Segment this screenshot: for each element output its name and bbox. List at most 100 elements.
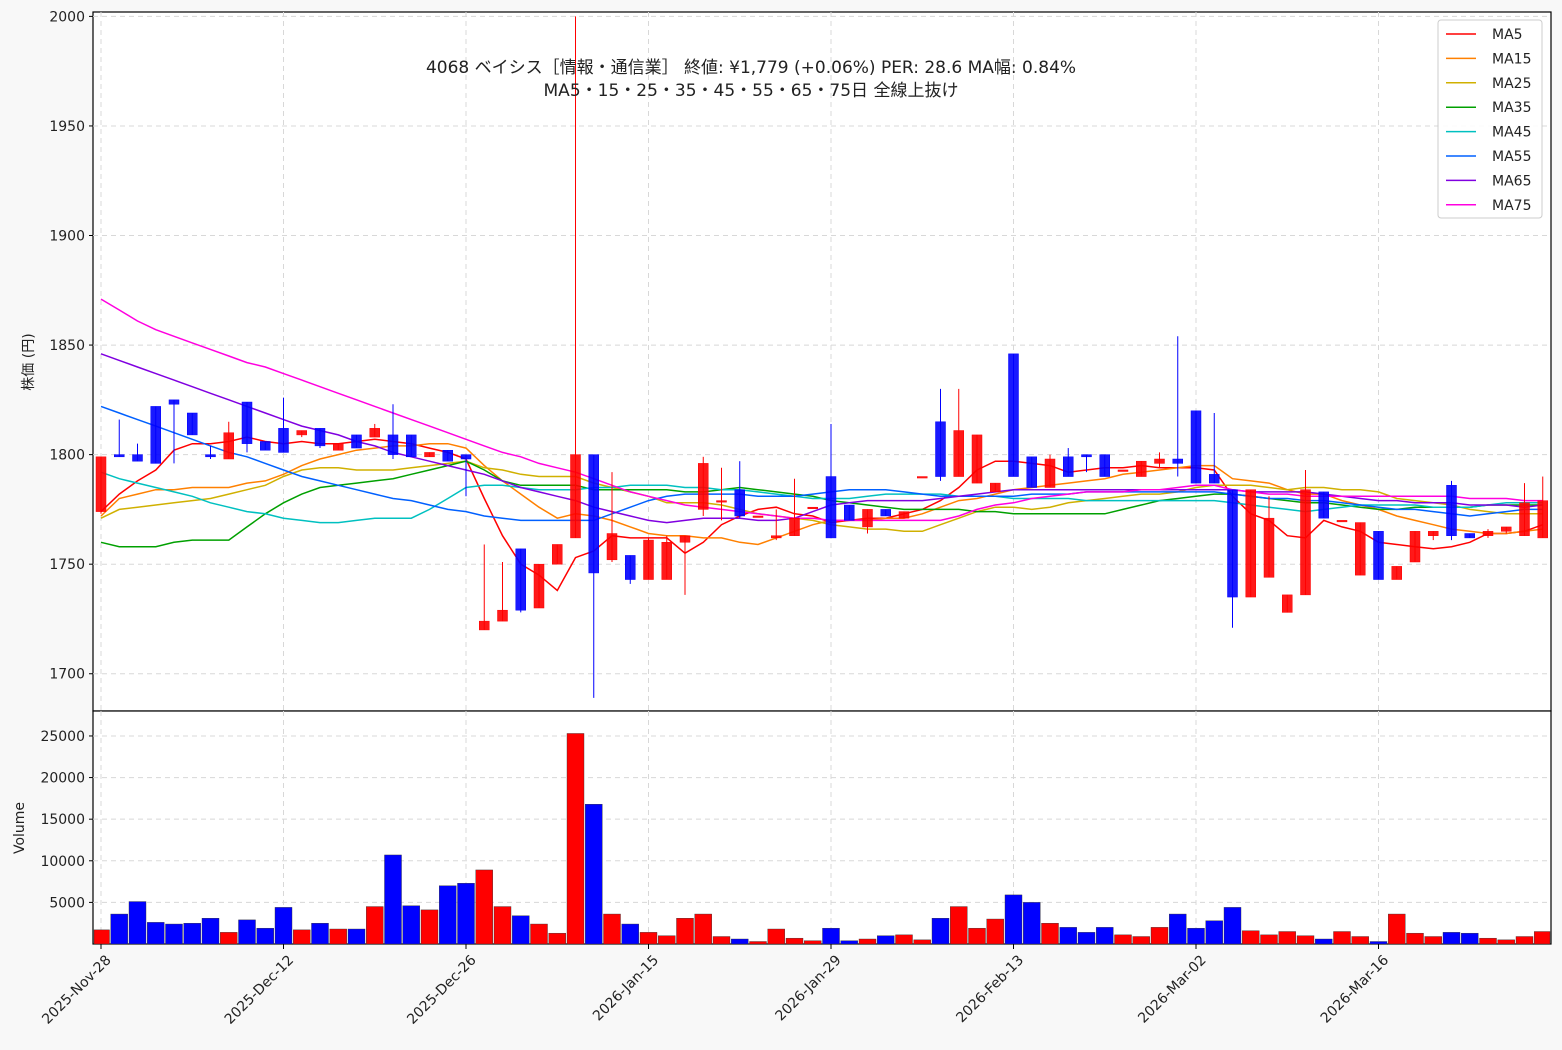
candle-body bbox=[424, 452, 435, 458]
candle-body bbox=[606, 533, 618, 561]
legend-label: MA55 bbox=[1492, 149, 1531, 165]
volume-bar bbox=[877, 935, 895, 945]
x-tick-label: 2026-Mar-02 bbox=[1135, 952, 1209, 1026]
volume-bar bbox=[1187, 927, 1205, 945]
volume-plot-frame bbox=[92, 710, 1552, 945]
volume-bar bbox=[913, 939, 931, 945]
candle-body bbox=[333, 443, 344, 451]
volume-bar bbox=[128, 901, 147, 945]
candle-body bbox=[1190, 410, 1202, 484]
x-axis-ticks: 2025-Nov-28 2025-Dec-12 2025-Dec-26 2026-Ja… bbox=[39, 944, 1392, 1028]
volume-bar bbox=[804, 940, 822, 945]
candle-body bbox=[1227, 489, 1238, 598]
candle-body bbox=[351, 434, 362, 449]
volume-bar bbox=[1004, 894, 1023, 945]
volume-tick-label: 5000 bbox=[49, 895, 85, 911]
volume-bar bbox=[493, 906, 512, 945]
volume-bar bbox=[384, 854, 402, 945]
candle-body bbox=[971, 434, 983, 484]
price-tick-label: 1950 bbox=[49, 119, 85, 135]
volume-bar bbox=[1278, 931, 1296, 945]
volume-bar bbox=[329, 928, 347, 945]
volume-tick-label: 25000 bbox=[40, 729, 85, 745]
candle-body bbox=[1026, 456, 1037, 488]
price-y-axis-label: 株価 (円) bbox=[21, 333, 37, 390]
candle-body bbox=[205, 454, 216, 458]
volume-y-ticks: 5000 10000 15000 20000 25000 bbox=[40, 729, 93, 911]
candle-body bbox=[442, 449, 453, 462]
candle-body bbox=[570, 454, 581, 539]
volume-tick-label: 10000 bbox=[40, 854, 85, 870]
x-tick-label: 2026-Jan-29 bbox=[773, 952, 845, 1024]
candle-body bbox=[95, 456, 107, 512]
volume-bar bbox=[1369, 941, 1388, 945]
volume-bar bbox=[603, 913, 621, 945]
candle-body bbox=[533, 563, 545, 609]
volume-bar bbox=[1461, 932, 1479, 945]
candle-body bbox=[1482, 531, 1494, 536]
candle-body bbox=[114, 454, 125, 458]
volume-bar bbox=[1351, 936, 1369, 945]
volume-bar bbox=[220, 932, 238, 945]
candle-body bbox=[898, 511, 910, 519]
candle-body bbox=[278, 428, 289, 453]
volume-bar bbox=[931, 918, 950, 945]
candle-body bbox=[1263, 517, 1275, 578]
volume-bar bbox=[402, 905, 420, 945]
volume-bar bbox=[1406, 932, 1424, 945]
candle-body bbox=[1501, 526, 1512, 532]
legend: MA5 MA15 MA25 MA35 MA45 MA55 MA65 MA75 bbox=[1437, 19, 1543, 219]
chart-title: 4068 ベイシス［情報・通信業］ 終値: ¥1,779 (+0.06%) PE… bbox=[426, 58, 1076, 78]
candle-body bbox=[150, 406, 161, 464]
candle-body bbox=[825, 476, 837, 539]
candle-body bbox=[1373, 531, 1384, 580]
volume-bar bbox=[986, 918, 1004, 945]
volume-bar bbox=[1169, 913, 1187, 945]
candle-body bbox=[497, 609, 508, 622]
volume-tick-label: 20000 bbox=[40, 771, 85, 787]
candle-body bbox=[1391, 566, 1402, 580]
stock-chart: 1700 1750 1800 1850 1900 1950 2000 4068 ベイシス［情… bbox=[12, 9, 1552, 1028]
volume-bar bbox=[548, 932, 566, 945]
x-tick-label: 2025-Dec-12 bbox=[222, 952, 297, 1027]
candle-body bbox=[1336, 520, 1348, 523]
candle-body bbox=[1172, 458, 1183, 464]
candle-body bbox=[679, 535, 691, 543]
volume-bar bbox=[1333, 931, 1351, 945]
volume-bar bbox=[1077, 932, 1096, 945]
candle-body bbox=[1409, 531, 1421, 563]
candle-body bbox=[807, 506, 818, 509]
volume-bar bbox=[840, 940, 858, 945]
candle-body bbox=[734, 489, 745, 517]
price-tick-label: 1850 bbox=[49, 338, 85, 354]
candle-body bbox=[1044, 458, 1056, 488]
candle-body bbox=[771, 535, 782, 539]
volume-y-axis-label: Volume bbox=[12, 802, 28, 854]
volume-bar bbox=[566, 733, 585, 945]
candle-body bbox=[752, 515, 764, 518]
volume-bar bbox=[439, 885, 457, 945]
volume-bar bbox=[165, 923, 183, 945]
volume-bar bbox=[1424, 936, 1442, 945]
candle-body bbox=[935, 421, 946, 477]
legend-label: MA75 bbox=[1492, 198, 1531, 214]
legend-label: MA35 bbox=[1492, 100, 1531, 116]
volume-bar bbox=[731, 938, 749, 945]
volume-tick-label: 15000 bbox=[40, 812, 85, 828]
candle-body bbox=[953, 430, 964, 477]
price-tick-label: 2000 bbox=[49, 9, 85, 25]
candle-body bbox=[716, 500, 727, 503]
volume-bar bbox=[366, 906, 384, 945]
candle-body bbox=[1537, 500, 1548, 539]
volume-bar bbox=[1497, 939, 1515, 945]
price-panel: 1700 1750 1800 1850 1900 1950 2000 4068 ベイシス［情… bbox=[21, 9, 1552, 712]
volume-bar bbox=[274, 907, 293, 945]
candle-body bbox=[1099, 454, 1110, 477]
volume-bar bbox=[256, 927, 274, 945]
candle-body bbox=[1117, 469, 1129, 472]
candle-body bbox=[132, 454, 143, 462]
candle-body bbox=[1245, 489, 1256, 598]
x-tick-label: 2026-Mar-16 bbox=[1318, 952, 1392, 1026]
volume-bar bbox=[147, 922, 165, 945]
volume-bar bbox=[347, 928, 366, 945]
